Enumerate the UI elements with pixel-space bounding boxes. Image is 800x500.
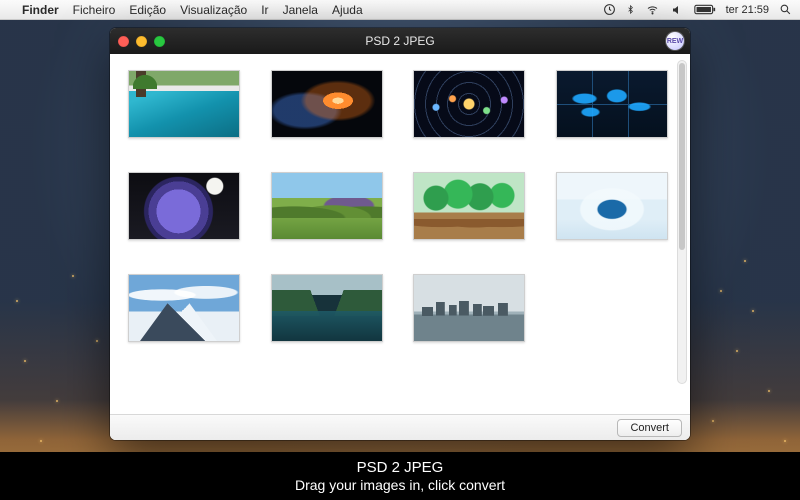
app-window: PSD 2 JPEG REW bbox=[110, 28, 690, 440]
thumbnail-item[interactable] bbox=[128, 70, 240, 138]
thumbnail-item[interactable] bbox=[271, 274, 383, 342]
window-titlebar[interactable]: PSD 2 JPEG REW bbox=[110, 28, 690, 54]
window-title: PSD 2 JPEG bbox=[110, 34, 690, 48]
thumbnail-item[interactable] bbox=[271, 172, 383, 240]
bluetooth-icon[interactable] bbox=[626, 3, 635, 16]
thumbnail-item[interactable] bbox=[413, 172, 525, 240]
window-zoom-button[interactable] bbox=[154, 36, 165, 47]
menu-janela[interactable]: Janela bbox=[283, 3, 318, 17]
timemachine-icon[interactable] bbox=[603, 3, 616, 16]
macos-menubar: Finder Ficheiro Edição Visualização Ir J… bbox=[0, 0, 800, 20]
window-footer: Convert bbox=[110, 414, 690, 440]
thumbnail-item[interactable] bbox=[556, 172, 668, 240]
menu-ajuda[interactable]: Ajuda bbox=[332, 3, 363, 17]
battery-icon[interactable] bbox=[694, 4, 716, 15]
thumbnail-item[interactable] bbox=[271, 70, 383, 138]
scrollbar-handle[interactable] bbox=[679, 63, 685, 250]
caption-title: PSD 2 JPEG bbox=[0, 459, 800, 476]
menubar-app-name[interactable]: Finder bbox=[22, 3, 59, 17]
spotlight-icon[interactable] bbox=[779, 3, 792, 16]
menubar-clock[interactable]: ter 21:59 bbox=[726, 4, 769, 16]
desktop: Finder Ficheiro Edição Visualização Ir J… bbox=[0, 0, 800, 500]
menu-ir[interactable]: Ir bbox=[261, 3, 268, 17]
vertical-scrollbar[interactable] bbox=[677, 60, 687, 384]
thumbnail-item[interactable] bbox=[556, 70, 668, 138]
window-minimize-button[interactable] bbox=[136, 36, 147, 47]
convert-button[interactable]: Convert bbox=[617, 419, 682, 437]
volume-icon[interactable] bbox=[670, 4, 684, 16]
thumbnail-item[interactable] bbox=[128, 172, 240, 240]
menu-ficheiro[interactable]: Ficheiro bbox=[73, 3, 116, 17]
thumbnail-item[interactable] bbox=[413, 274, 525, 342]
wifi-icon[interactable] bbox=[645, 4, 660, 16]
thumbnail-grid bbox=[128, 70, 672, 342]
image-drop-area[interactable] bbox=[110, 54, 690, 414]
menu-visualizacao[interactable]: Visualização bbox=[180, 3, 247, 17]
reward-badge[interactable]: REW bbox=[666, 32, 684, 50]
window-content: Convert bbox=[110, 54, 690, 440]
thumbnail-item[interactable] bbox=[128, 274, 240, 342]
thumbnail-item[interactable] bbox=[413, 70, 525, 138]
caption-subtitle: Drag your images in, click convert bbox=[0, 477, 800, 493]
menu-edicao[interactable]: Edição bbox=[129, 3, 166, 17]
caption-strip: PSD 2 JPEG Drag your images in, click co… bbox=[0, 452, 800, 500]
window-traffic-lights bbox=[118, 36, 165, 47]
window-close-button[interactable] bbox=[118, 36, 129, 47]
